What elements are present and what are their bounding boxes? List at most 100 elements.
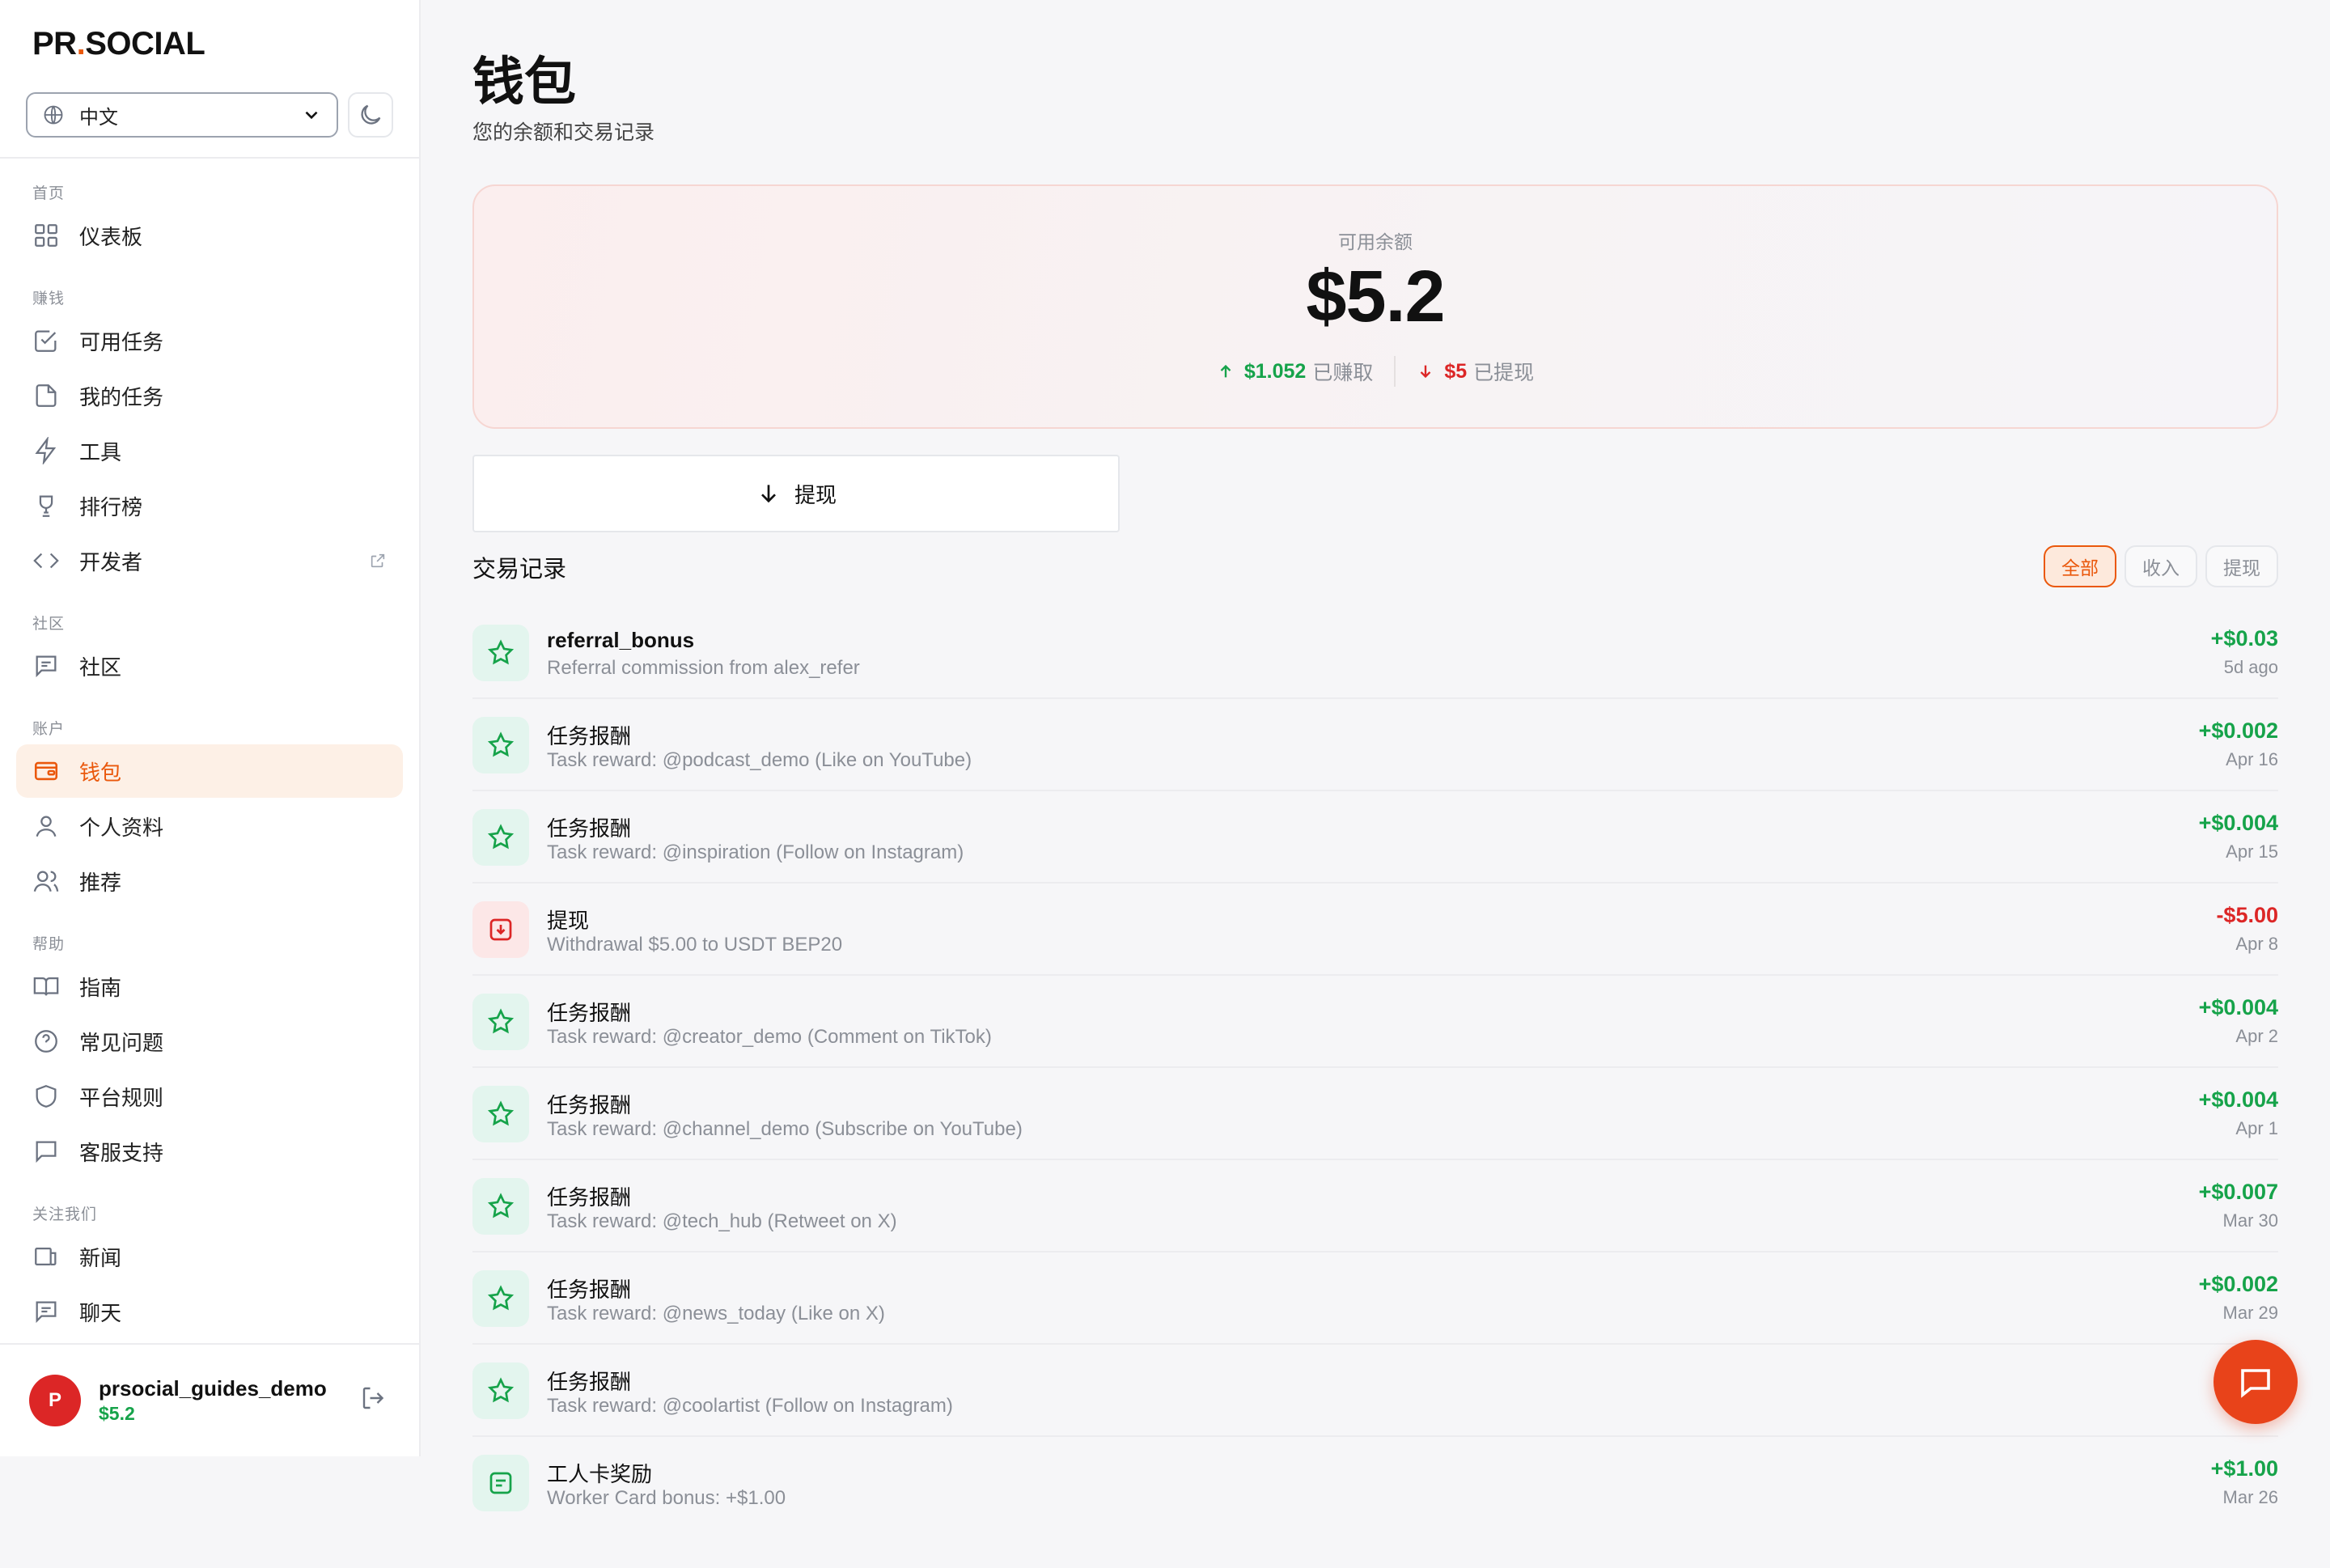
table-row[interactable]: 任务报酬 Task reward: @inspiration (Follow on…	[472, 791, 2278, 884]
table-row[interactable]: 提现 Withdrawal $5.00 to USDT BEP20 -$5.00 Ap…	[472, 884, 2278, 976]
section-label-community: 社区	[32, 616, 66, 633]
sidebar-item-label: 常见问题	[79, 1030, 164, 1055]
transaction-description: Task reward: @coolartist (Follow on Inst…	[547, 1395, 953, 1417]
transaction-description: Referral commission from alex_refer	[547, 657, 860, 679]
sidebar-item-leaderboard[interactable]: 排行榜	[16, 479, 403, 532]
transaction-description: Task reward: @channel_demo (Subscribe on…	[547, 1118, 1023, 1140]
transaction-date: Apr 8	[2235, 934, 2278, 954]
sidebar-item-my-tasks[interactable]: 我的任务	[16, 369, 403, 422]
transaction-amount: -$5.00	[2216, 903, 2278, 927]
sidebar-item-news[interactable]: 新闻	[16, 1230, 403, 1283]
chat-button[interactable]	[2214, 1340, 2298, 1424]
sidebar-item-faq[interactable]: 常见问题	[16, 1015, 403, 1068]
sidebar-item-chat[interactable]: 聊天	[16, 1285, 403, 1338]
filter-income[interactable]: 收入	[2125, 545, 2197, 587]
table-row[interactable]: 任务报酬 Task reward: @channel_demo (Subscrib…	[472, 1068, 2278, 1160]
chevron-down-icon	[305, 111, 318, 120]
transaction-amount: +$0.007	[2198, 1180, 2278, 1204]
brand-logo[interactable]: PR.SOCIAL	[32, 26, 205, 62]
user-icon	[36, 816, 57, 837]
sidebar: PR.SOCIAL 中文 首页 仪表板 赚钱 可用任务 我的任务 工具 排行榜 …	[0, 0, 421, 1456]
sidebar-item-available-tasks[interactable]: 可用任务	[16, 314, 403, 367]
bolt-icon	[35, 437, 57, 464]
star-icon	[472, 994, 529, 1050]
arrow-down-icon	[761, 485, 776, 503]
transaction-date: Apr 15	[2226, 841, 2278, 862]
sidebar-item-rules[interactable]: 平台规则	[16, 1070, 403, 1123]
transaction-amount: +$0.004	[2198, 1087, 2278, 1112]
transaction-date: Apr 16	[2226, 749, 2278, 769]
filter-all[interactable]: 全部	[2044, 545, 2116, 587]
page-subtitle: 您的余额和交易记录	[472, 121, 655, 144]
sidebar-item-profile[interactable]: 个人资料	[16, 799, 403, 853]
sidebar-item-support[interactable]: 客服支持	[16, 1125, 403, 1178]
sidebar-item-tools[interactable]: 工具	[16, 424, 403, 477]
language-select[interactable]: 中文	[26, 92, 338, 138]
sidebar-item-dashboard[interactable]: 仪表板	[16, 209, 403, 262]
sidebar-item-label: 钱包	[79, 760, 122, 785]
grid-icon	[35, 224, 57, 247]
external-link-icon	[371, 553, 385, 568]
table-row[interactable]: 任务报酬 Task reward: @coolartist (Follow on …	[472, 1345, 2278, 1437]
sidebar-item-developer[interactable]: 开发者	[16, 534, 403, 587]
logout-icon[interactable]	[359, 1384, 388, 1413]
sidebar-item-label: 平台规则	[79, 1085, 164, 1110]
transaction-description: Task reward: @tech_hub (Retweet on X)	[547, 1210, 897, 1232]
transaction-title: 任务报酬	[547, 1185, 632, 1210]
transaction-title: referral_bonus	[547, 628, 695, 652]
star-icon	[472, 717, 529, 773]
transaction-amount: +$0.004	[2198, 995, 2278, 1019]
transaction-description: Task reward: @podcast_demo (Like on YouT…	[547, 749, 972, 771]
table-row[interactable]: 工人卡奖励 Worker Card bonus: +$1.00 +$1.00 Mar …	[472, 1437, 2278, 1529]
transaction-date: Apr 2	[2235, 1026, 2278, 1046]
sidebar-item-label: 聊天	[79, 1300, 122, 1325]
arrow-up-icon	[1220, 364, 1231, 378]
transaction-amount: +$0.004	[2198, 811, 2278, 835]
balance-amount: $5.2	[1306, 256, 1445, 337]
withdraw-button[interactable]: 提现	[472, 455, 1120, 532]
transaction-title: 任务报酬	[547, 1278, 632, 1302]
transaction-title: 提现	[547, 909, 590, 933]
transaction-date: Apr 1	[2235, 1118, 2278, 1138]
filter-withdraw[interactable]: 提现	[2205, 545, 2278, 587]
star-icon	[472, 625, 529, 681]
globe-icon	[44, 105, 63, 125]
trophy-icon	[39, 495, 53, 517]
language-value: 中文	[79, 106, 118, 129]
transaction-amount: +$0.002	[2198, 1272, 2278, 1296]
sidebar-divider	[0, 157, 421, 159]
transaction-date: Mar 26	[2222, 1487, 2278, 1507]
wallet-icon	[34, 761, 58, 781]
earned-stat: $1.052 已赚取	[1217, 357, 1373, 386]
earned-value: $1.052	[1243, 359, 1307, 383]
theme-toggle-button[interactable]	[348, 92, 393, 138]
user-card[interactable]: P prsocial_guides_demo $5.2	[0, 1343, 421, 1456]
transaction-title: 任务报酬	[547, 1370, 632, 1394]
section-label-earn: 赚钱	[32, 290, 66, 307]
user-name: prsocial_guides_demo	[99, 1376, 327, 1401]
table-row[interactable]: 任务报酬 Task reward: @news_today (Like on X)…	[472, 1252, 2278, 1345]
news-icon	[35, 1247, 57, 1266]
section-label-help: 帮助	[32, 936, 66, 953]
sidebar-item-label: 推荐	[79, 870, 122, 895]
transactions-title: 交易记录	[472, 557, 567, 583]
star-icon	[472, 1362, 529, 1419]
transaction-filters: 全部 收入 提现	[2036, 545, 2278, 587]
moon-icon	[361, 104, 381, 125]
sidebar-item-label: 排行榜	[79, 494, 143, 519]
table-row[interactable]: referral_bonus Referral commission from a…	[472, 607, 2278, 699]
message-square-icon	[36, 655, 57, 678]
transaction-title: 任务报酬	[547, 1093, 632, 1117]
table-row[interactable]: 任务报酬 Task reward: @creator_demo (Comment …	[472, 976, 2278, 1068]
balance-label: 可用余额	[1338, 231, 1413, 252]
arrow-down-icon	[1420, 365, 1431, 379]
transaction-title: 任务报酬	[547, 816, 632, 841]
sidebar-item-guide[interactable]: 指南	[16, 960, 403, 1013]
table-row[interactable]: 任务报酬 Task reward: @podcast_demo (Like on …	[472, 699, 2278, 791]
sidebar-item-community[interactable]: 社区	[16, 639, 403, 693]
sidebar-item-wallet[interactable]: 钱包	[16, 744, 403, 798]
sidebar-item-referral[interactable]: 推荐	[16, 854, 403, 908]
table-row[interactable]: 任务报酬 Task reward: @tech_hub (Retweet on X…	[472, 1160, 2278, 1252]
withdrawn-stat: $5 已提现	[1417, 357, 1534, 386]
transaction-amount: +$0.03	[2210, 626, 2278, 651]
